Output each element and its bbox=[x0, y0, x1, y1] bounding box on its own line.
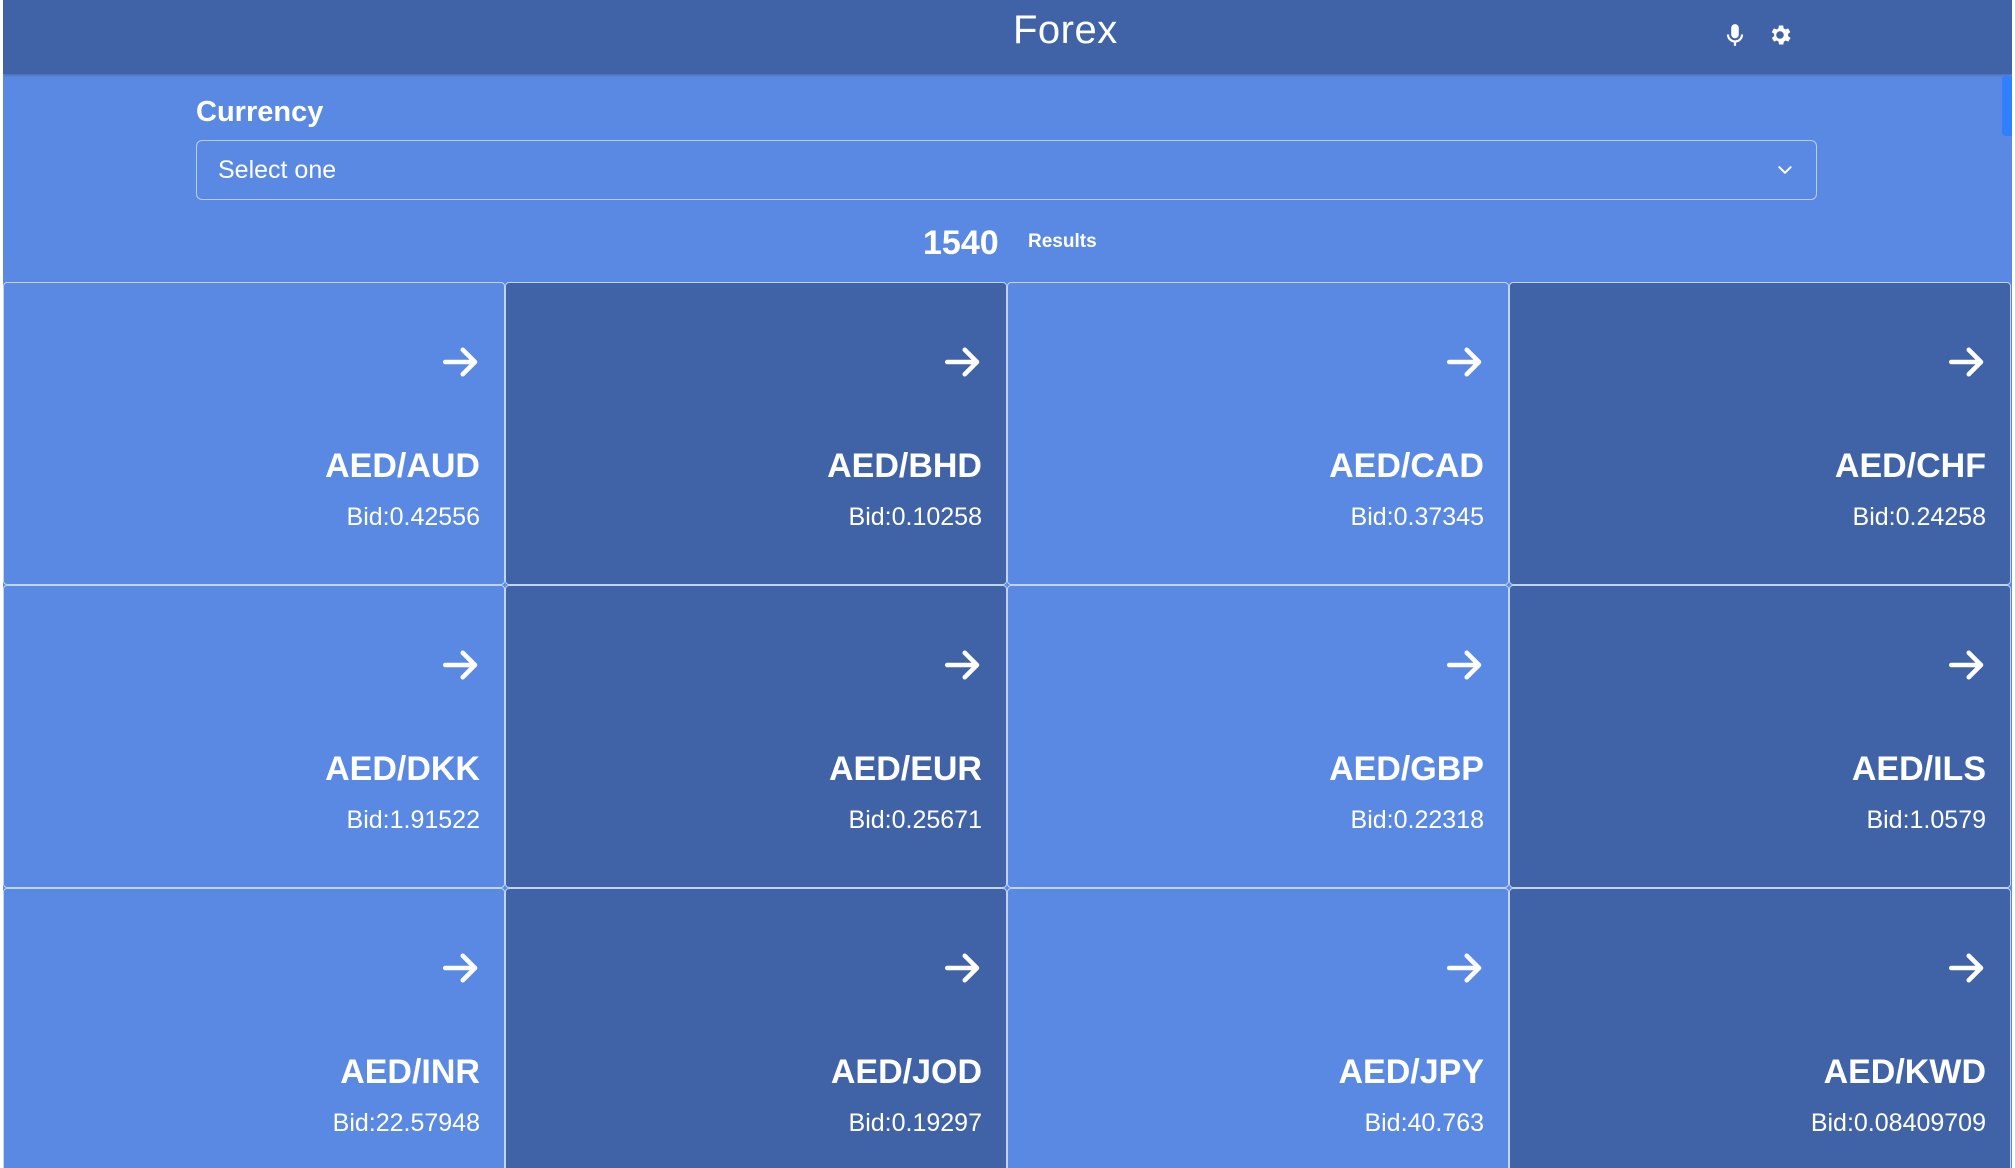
currency-card[interactable]: AED/GBP Bid:0.22318 bbox=[1007, 585, 1509, 888]
currency-pair: AED/ILS bbox=[1851, 750, 1986, 788]
currency-card[interactable]: AED/JPY Bid:40.763 bbox=[1007, 888, 1509, 1168]
browser-window: Forex Currency Select one 1540 Results A… bbox=[0, 0, 2015, 1168]
arrow-right-icon bbox=[1946, 341, 1988, 383]
arrow-right-icon bbox=[942, 341, 984, 383]
currency-pair: AED/JOD bbox=[830, 1053, 982, 1091]
forex-app: Forex Currency Select one 1540 Results A… bbox=[3, 0, 2012, 1168]
bid-value: Bid:0.22318 bbox=[1350, 806, 1484, 834]
page-title: Forex bbox=[1013, 8, 1118, 52]
bid-value: Bid:22.57948 bbox=[332, 1109, 480, 1137]
currency-pair: AED/DKK bbox=[325, 750, 480, 788]
bid-value: Bid:0.24258 bbox=[1852, 503, 1986, 531]
app-header: Forex bbox=[3, 0, 2012, 74]
bid-value: Bid:0.08409709 bbox=[1810, 1109, 1986, 1137]
arrow-right-icon bbox=[440, 947, 482, 989]
currency-card[interactable]: AED/ILS Bid:1.0579 bbox=[1509, 585, 2011, 888]
currency-card[interactable]: AED/CAD Bid:0.37345 bbox=[1007, 282, 1509, 585]
microphone-icon[interactable] bbox=[1722, 22, 1748, 48]
results-label: Results bbox=[1028, 231, 1097, 252]
currency-card[interactable]: AED/BHD Bid:0.10258 bbox=[505, 282, 1007, 585]
currency-card[interactable]: AED/AUD Bid:0.42556 bbox=[3, 282, 505, 585]
bid-value: Bid:1.0579 bbox=[1866, 806, 1986, 834]
currency-pair: AED/EUR bbox=[828, 750, 982, 788]
currency-card[interactable]: AED/CHF Bid:0.24258 bbox=[1509, 282, 2011, 585]
bid-value: Bid:0.37345 bbox=[1350, 503, 1484, 531]
arrow-right-icon bbox=[1444, 947, 1486, 989]
bid-value: Bid:1.91522 bbox=[346, 806, 480, 834]
currency-pair: AED/JPY bbox=[1338, 1053, 1485, 1091]
currency-pair: AED/INR bbox=[340, 1053, 480, 1091]
arrow-right-icon bbox=[1946, 644, 1988, 686]
currency-pair: AED/CAD bbox=[1329, 447, 1484, 485]
gear-icon[interactable] bbox=[1767, 22, 1793, 48]
currency-pair: AED/GBP bbox=[1329, 750, 1484, 788]
currency-select[interactable]: Select one bbox=[196, 140, 1817, 200]
arrow-right-icon bbox=[1444, 341, 1486, 383]
chevron-down-icon bbox=[1776, 161, 1794, 179]
select-value: Select one bbox=[218, 156, 337, 184]
arrow-right-icon bbox=[1946, 947, 1988, 989]
arrow-right-icon bbox=[1444, 644, 1486, 686]
currency-pair: AED/CHF bbox=[1834, 447, 1986, 485]
bid-value: Bid:0.42556 bbox=[346, 503, 480, 531]
currency-label: Currency bbox=[196, 96, 324, 128]
bid-value: Bid:0.25671 bbox=[848, 806, 982, 834]
bid-value: Bid:0.19297 bbox=[848, 1109, 982, 1137]
currency-pair: AED/BHD bbox=[827, 447, 982, 485]
arrow-right-icon bbox=[440, 341, 482, 383]
currency-card[interactable]: AED/INR Bid:22.57948 bbox=[3, 888, 505, 1168]
results-count: 1540 bbox=[923, 224, 999, 262]
scrollbar-thumb[interactable] bbox=[2002, 76, 2012, 136]
bid-value: Bid:0.10258 bbox=[848, 503, 982, 531]
bid-value: Bid:40.763 bbox=[1364, 1109, 1484, 1137]
currency-card[interactable]: AED/JOD Bid:0.19297 bbox=[505, 888, 1007, 1168]
arrow-right-icon bbox=[440, 644, 482, 686]
arrow-right-icon bbox=[942, 947, 984, 989]
currency-pair: AED/KWD bbox=[1823, 1053, 1986, 1091]
arrow-right-icon bbox=[942, 644, 984, 686]
currency-card[interactable]: AED/DKK Bid:1.91522 bbox=[3, 585, 505, 888]
currency-card[interactable]: AED/KWD Bid:0.08409709 bbox=[1509, 888, 2011, 1168]
currency-pair: AED/AUD bbox=[325, 447, 480, 485]
currency-card[interactable]: AED/EUR Bid:0.25671 bbox=[505, 585, 1007, 888]
